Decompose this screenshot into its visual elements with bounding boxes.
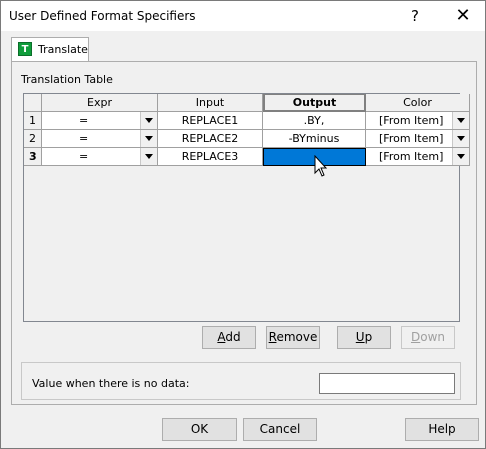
translation-grid[interactable]: Expr Input Output Color 1 = REPLACE1 .BY… [23, 93, 470, 322]
output-cell[interactable]: .BY, [263, 112, 366, 130]
tab-translate[interactable]: T Translate [11, 37, 89, 62]
tab-bar: T Translate [1, 31, 485, 62]
nodata-input[interactable] [319, 373, 455, 394]
input-cell[interactable]: REPLACE1 [158, 112, 263, 130]
chevron-down-icon[interactable] [140, 148, 157, 165]
translate-tab-icon: T [18, 42, 32, 56]
row-number: 1 [24, 112, 42, 130]
color-combo[interactable]: [From Item] [366, 112, 470, 130]
expr-combo[interactable]: = [42, 130, 158, 148]
chevron-down-icon[interactable] [452, 112, 469, 129]
expr-combo[interactable]: = [42, 148, 158, 166]
header-corner [24, 94, 42, 112]
title-bar: User Defined Format Specifiers ? ✕ [1, 1, 485, 31]
header-expr[interactable]: Expr [42, 94, 158, 112]
row-number: 3 [24, 148, 42, 166]
input-cell[interactable]: REPLACE2 [158, 130, 263, 148]
dialog-window: User Defined Format Specifiers ? ✕ T Tra… [0, 0, 486, 449]
chevron-down-icon[interactable] [140, 112, 157, 129]
down-button[interactable]: Down [401, 326, 455, 349]
chevron-down-icon[interactable] [452, 130, 469, 147]
table-row[interactable]: 3 = REPLACE3 [From Item] [24, 148, 470, 166]
help-button[interactable]: Help [405, 418, 479, 441]
close-icon[interactable]: ✕ [451, 5, 475, 27]
mouse-cursor-icon [314, 155, 328, 177]
header-input[interactable]: Input [158, 94, 263, 112]
table-row[interactable]: 2 = REPLACE2 -BYminus [From Item] [24, 130, 470, 148]
header-output[interactable]: Output [263, 94, 366, 112]
up-label-rest: p [364, 330, 373, 344]
chevron-down-icon[interactable] [452, 148, 469, 165]
chevron-down-icon[interactable] [140, 130, 157, 147]
color-combo[interactable]: [From Item] [366, 130, 470, 148]
remove-label-rest: emove [276, 330, 318, 344]
row-number: 2 [24, 130, 42, 148]
add-label-rest: dd [225, 330, 241, 344]
nodata-group: Value when there is no data: [21, 362, 461, 400]
translate-panel: Translation Table Expr Input Output Colo… [11, 61, 477, 405]
input-cell[interactable]: REPLACE3 [158, 148, 263, 166]
table-row[interactable]: 1 = REPLACE1 .BY, [From Item] [24, 112, 470, 130]
tab-label: Translate [38, 43, 88, 56]
grid-header-row: Expr Input Output Color [24, 94, 470, 112]
expr-combo[interactable]: = [42, 112, 158, 130]
output-cell[interactable]: -BYminus [263, 130, 366, 148]
help-icon[interactable]: ? [403, 5, 427, 27]
cancel-button[interactable]: Cancel [243, 418, 317, 441]
window-title: User Defined Format Specifiers [9, 9, 196, 23]
down-label-rest: own [420, 330, 445, 344]
nodata-label: Value when there is no data: [32, 377, 190, 390]
down-mnemonic: D [410, 330, 421, 344]
ok-button[interactable]: OK [162, 418, 237, 441]
translation-table-label: Translation Table [21, 73, 113, 86]
up-mnemonic: U [355, 330, 365, 344]
up-button[interactable]: Up [337, 326, 391, 349]
panel-divider [90, 61, 476, 62]
remove-button[interactable]: Remove [266, 326, 320, 349]
header-color[interactable]: Color [366, 94, 470, 112]
add-button[interactable]: Add [202, 326, 256, 349]
color-combo[interactable]: [From Item] [366, 148, 470, 166]
dialog-footer: OK Cancel Help [1, 409, 485, 449]
